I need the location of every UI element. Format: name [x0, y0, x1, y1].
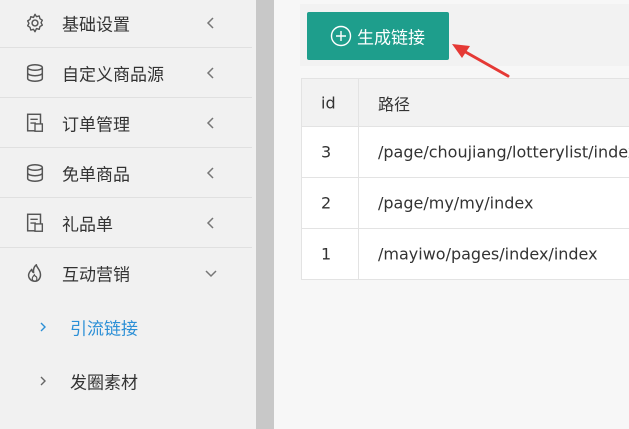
sidebar-subitem-traffic-links[interactable]: 引流链接 — [0, 300, 252, 354]
sidebar-subitem-label: 引流链接 — [70, 319, 138, 340]
sidebar-item-gift-orders[interactable]: 礼品单 — [0, 198, 252, 248]
chevron-left-icon — [206, 216, 214, 229]
generate-link-label: 生成链接 — [357, 28, 425, 49]
document-icon — [26, 213, 44, 232]
chevron-right-icon — [40, 322, 46, 332]
sidebar-item-label: 基础设置 — [62, 15, 130, 35]
table-row: 1 /mayiwo/pages/index/index — [302, 229, 629, 280]
sidebar-item-label: 礼品单 — [62, 215, 113, 235]
sidebar-item-label: 免单商品 — [62, 165, 130, 185]
gear-icon — [26, 13, 44, 32]
chevron-down-icon — [205, 270, 217, 278]
table-cell-id-text: 2 — [321, 193, 332, 213]
sidebar-subitem-label: 发圈素材 — [70, 373, 138, 394]
table-header-row: id 路径 — [302, 78, 629, 127]
document-icon — [26, 113, 44, 132]
database-icon — [26, 63, 44, 82]
links-table: id 路径 3 /page/choujiang/lotterylist/inde… — [301, 78, 629, 280]
table-header-path: 路径 — [378, 94, 411, 114]
chevron-left-icon — [206, 66, 214, 79]
sidebar: 基础设置 自定义商品源 订单管理 免单商品 礼品单 互动营销 引流链接 发圈素材 — [0, 0, 256, 429]
sidebar-item-label: 订单管理 — [62, 115, 130, 135]
generate-link-button[interactable]: 生成链接 — [307, 12, 449, 60]
table-cell-path: /mayiwo/pages/index/index — [378, 244, 598, 264]
table-cell-id: 2 — [302, 178, 359, 228]
flame-icon — [27, 264, 42, 282]
table-cell-path: /page/choujiang/lotterylist/index — [378, 142, 629, 162]
annotation-arrow-icon — [452, 44, 510, 78]
chevron-left-icon — [206, 16, 214, 29]
chevron-left-icon — [206, 166, 214, 179]
sidebar-scrollbar[interactable] — [256, 0, 274, 429]
sidebar-item-interactive-marketing[interactable]: 互动营销 — [0, 248, 252, 298]
table-header-id: id — [321, 93, 336, 112]
table-header-id-cell: id — [302, 79, 359, 126]
table-cell-path: /page/my/my/index — [378, 193, 534, 213]
chevron-right-icon — [40, 376, 46, 386]
chevron-left-icon — [206, 116, 214, 129]
table-row: 3 /page/choujiang/lotterylist/index — [302, 127, 629, 178]
sidebar-subitem-moments-material[interactable]: 发圈素材 — [0, 354, 252, 408]
table-cell-id-text: 1 — [321, 244, 332, 264]
sidebar-item-label: 互动营销 — [62, 265, 130, 286]
sidebar-item-label: 自定义商品源 — [62, 65, 164, 85]
table-cell-id-text: 3 — [321, 142, 332, 162]
database-icon — [26, 163, 44, 182]
plus-circle-icon — [330, 25, 352, 47]
table-cell-id: 3 — [302, 127, 359, 177]
sidebar-item-basic-settings[interactable]: 基础设置 — [0, 0, 252, 48]
table-row: 2 /page/my/my/index — [302, 178, 629, 229]
sidebar-item-custom-goods-source[interactable]: 自定义商品源 — [0, 48, 252, 98]
sidebar-item-order-management[interactable]: 订单管理 — [0, 98, 252, 148]
table-cell-id: 1 — [302, 229, 359, 279]
sidebar-item-free-goods[interactable]: 免单商品 — [0, 148, 252, 198]
